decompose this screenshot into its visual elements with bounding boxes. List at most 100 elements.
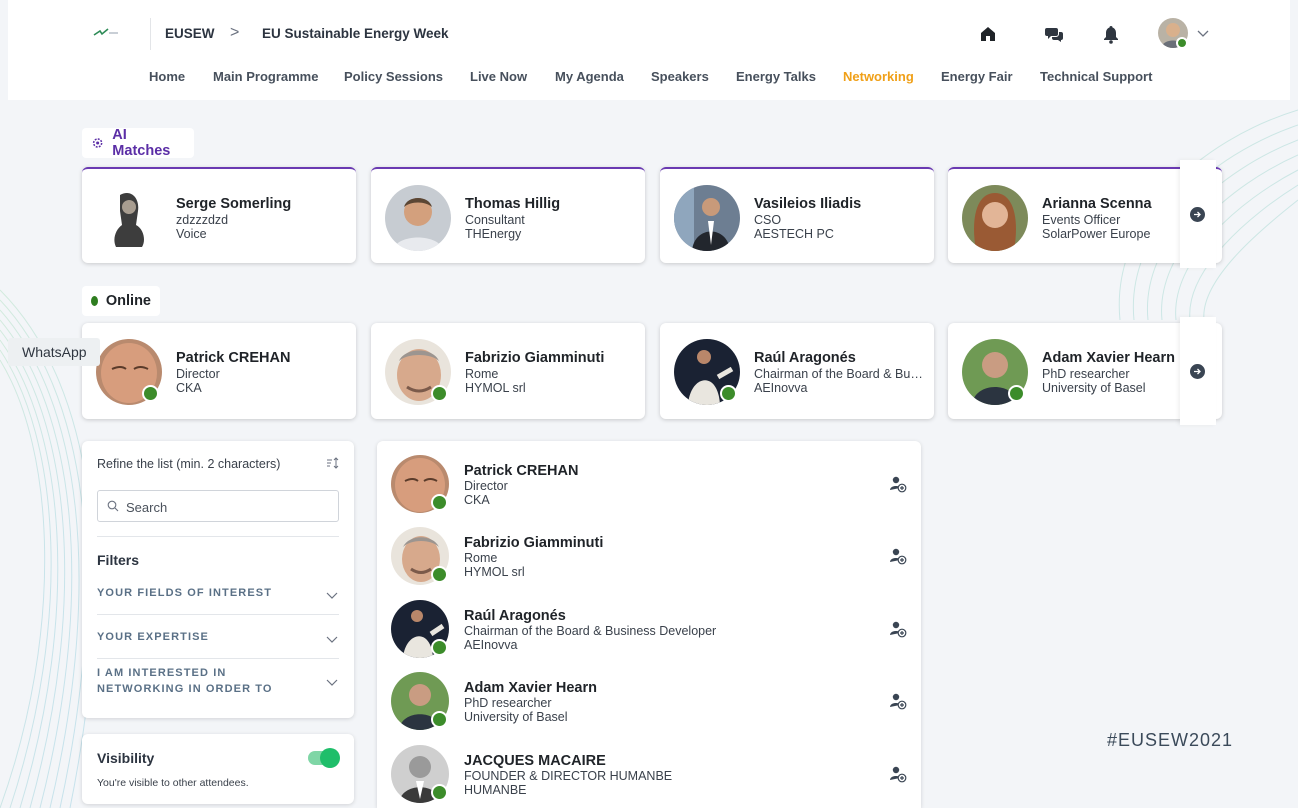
online-indicator	[431, 494, 448, 511]
card-name: Vasileios Iliadis	[754, 196, 862, 212]
card-name: Patrick CREHAN	[176, 350, 291, 366]
card-organization: AEInovva	[754, 381, 808, 395]
divider	[97, 536, 339, 537]
card-title: Consultant	[465, 213, 525, 227]
card-name: Fabrizio Giamminuti	[465, 350, 605, 366]
list-item[interactable]: Fabrizio Giamminuti Rome HYMOL srl	[377, 513, 921, 585]
filter-label: YOUR EXPERTISE	[97, 631, 209, 643]
online-status-dot	[91, 296, 98, 306]
online-indicator	[142, 385, 159, 402]
row-name: Raúl Aragonés	[464, 608, 566, 624]
breadcrumb-current[interactable]: EU Sustainable Energy Week	[262, 26, 449, 41]
ai-match-card[interactable]: Vasileios Iliadis CSO AESTECH PC	[660, 167, 934, 263]
list-item[interactable]: Patrick CREHAN Director CKA	[377, 441, 921, 513]
online-card[interactable]: Fabrizio Giamminuti Rome HYMOL srl	[371, 323, 645, 419]
breadcrumb-root[interactable]: EUSEW	[165, 26, 215, 41]
visibility-toggle[interactable]	[308, 748, 340, 768]
row-title: PhD researcher	[464, 696, 552, 710]
online-card[interactable]: Patrick CREHAN Director CKA	[82, 323, 356, 419]
add-contact-icon[interactable]	[889, 765, 907, 783]
online-card[interactable]: Raúl Aragonés Chairman of the Board & Bu…	[660, 323, 934, 419]
nav-technical-support[interactable]: Technical Support	[1040, 69, 1152, 84]
ai-matches-heading: AI Matches	[82, 127, 194, 159]
user-online-indicator	[1176, 37, 1188, 49]
row-name: JACQUES MACAIRE	[464, 753, 606, 769]
sort-icon[interactable]	[326, 456, 340, 470]
nav-energy-fair[interactable]: Energy Fair	[941, 69, 1013, 84]
card-organization: HYMOL srl	[465, 381, 526, 395]
add-contact-icon[interactable]	[889, 475, 907, 493]
ai-matches-next-button[interactable]	[1180, 160, 1216, 268]
nav-home[interactable]: Home	[149, 69, 185, 84]
breadcrumb-separator: >	[230, 24, 240, 41]
card-name: Serge Somerling	[176, 196, 292, 212]
add-contact-icon[interactable]	[889, 620, 907, 638]
card-organization: CKA	[176, 381, 202, 395]
list-item[interactable]: JACQUES MACAIRE FOUNDER & DIRECTOR HUMAN…	[377, 731, 921, 803]
nav-networking[interactable]: Networking	[843, 69, 914, 84]
add-contact-icon[interactable]	[889, 692, 907, 710]
ai-match-card[interactable]: Serge Somerling zdzzzdzd Voice	[82, 167, 356, 263]
gear-icon	[92, 138, 103, 148]
toggle-knob	[320, 748, 340, 768]
ai-match-card[interactable]: Thomas Hillig Consultant THEnergy	[371, 167, 645, 263]
row-organization: HYMOL srl	[464, 565, 525, 579]
chevron-down-icon[interactable]	[325, 675, 339, 689]
row-title: Chairman of the Board & Business Develop…	[464, 624, 717, 638]
chat-icon[interactable]	[1044, 24, 1064, 44]
filter-label: I AM INTERESTED IN NETWORKING IN ORDER T…	[97, 667, 273, 695]
arrow-right-icon	[1190, 364, 1205, 379]
profile-photo	[96, 185, 162, 251]
search-icon	[107, 500, 119, 512]
whatsapp-button[interactable]: WhatsApp	[8, 338, 100, 366]
visibility-panel: Visibility You're visible to other atten…	[82, 734, 354, 804]
online-indicator	[431, 784, 448, 801]
card-organization: AESTECH PC	[754, 227, 834, 241]
card-title: Chairman of the Board & Business Develop…	[754, 367, 926, 381]
add-contact-icon[interactable]	[889, 547, 907, 565]
filters-title: Filters	[97, 552, 140, 568]
search-input[interactable]	[126, 497, 331, 517]
bell-icon[interactable]	[1101, 24, 1121, 44]
attendee-list: Patrick CREHAN Director CKA Fabrizio Gia…	[377, 441, 921, 808]
ai-matches-title: AI Matches	[112, 127, 171, 159]
home-icon[interactable]	[978, 24, 998, 44]
visibility-description: You're visible to other attendees.	[97, 777, 249, 789]
online-indicator	[720, 385, 737, 402]
card-organization: Voice	[176, 227, 207, 241]
chevron-down-icon[interactable]	[1196, 26, 1210, 40]
eusew-logo[interactable]	[92, 26, 120, 40]
nav-energy-talks[interactable]: Energy Talks	[736, 69, 816, 84]
nav-my-agenda[interactable]: My Agenda	[555, 69, 624, 84]
online-indicator	[431, 566, 448, 583]
chevron-down-icon[interactable]	[325, 588, 339, 602]
filter-expertise[interactable]: YOUR EXPERTISE	[97, 629, 339, 645]
visibility-title: Visibility	[97, 750, 155, 766]
online-indicator	[431, 711, 448, 728]
online-indicator	[1008, 385, 1025, 402]
nav-speakers[interactable]: Speakers	[651, 69, 709, 84]
nav-live-now[interactable]: Live Now	[470, 69, 527, 84]
nav-policy-sessions[interactable]: Policy Sessions	[344, 69, 443, 84]
event-hashtag: #EUSEW2021	[1107, 730, 1234, 750]
card-title: Director	[176, 367, 220, 381]
nav-main-programme[interactable]: Main Programme	[213, 69, 318, 84]
row-organization: CKA	[464, 493, 490, 507]
whatsapp-label: WhatsApp	[22, 344, 87, 360]
online-heading: Online	[82, 286, 160, 316]
online-title: Online	[105, 293, 151, 309]
filter-networking-goals[interactable]: I AM INTERESTED IN NETWORKING IN ORDER T…	[97, 665, 339, 697]
divider	[97, 614, 339, 615]
row-organization: HUMANBE	[464, 783, 527, 797]
header-divider	[150, 18, 151, 50]
chevron-down-icon[interactable]	[325, 632, 339, 646]
divider	[97, 658, 339, 659]
row-title: Rome	[464, 551, 498, 565]
search-field[interactable]	[97, 490, 339, 522]
online-next-button[interactable]	[1180, 317, 1216, 425]
profile-photo	[674, 185, 740, 251]
list-item[interactable]: Adam Xavier Hearn PhD researcher Univers…	[377, 658, 921, 730]
card-title: zdzzzdzd	[176, 213, 229, 227]
filter-fields-of-interest[interactable]: YOUR FIELDS OF INTEREST	[97, 585, 339, 601]
list-item[interactable]: Raúl Aragonés Chairman of the Board & Bu…	[377, 586, 921, 658]
